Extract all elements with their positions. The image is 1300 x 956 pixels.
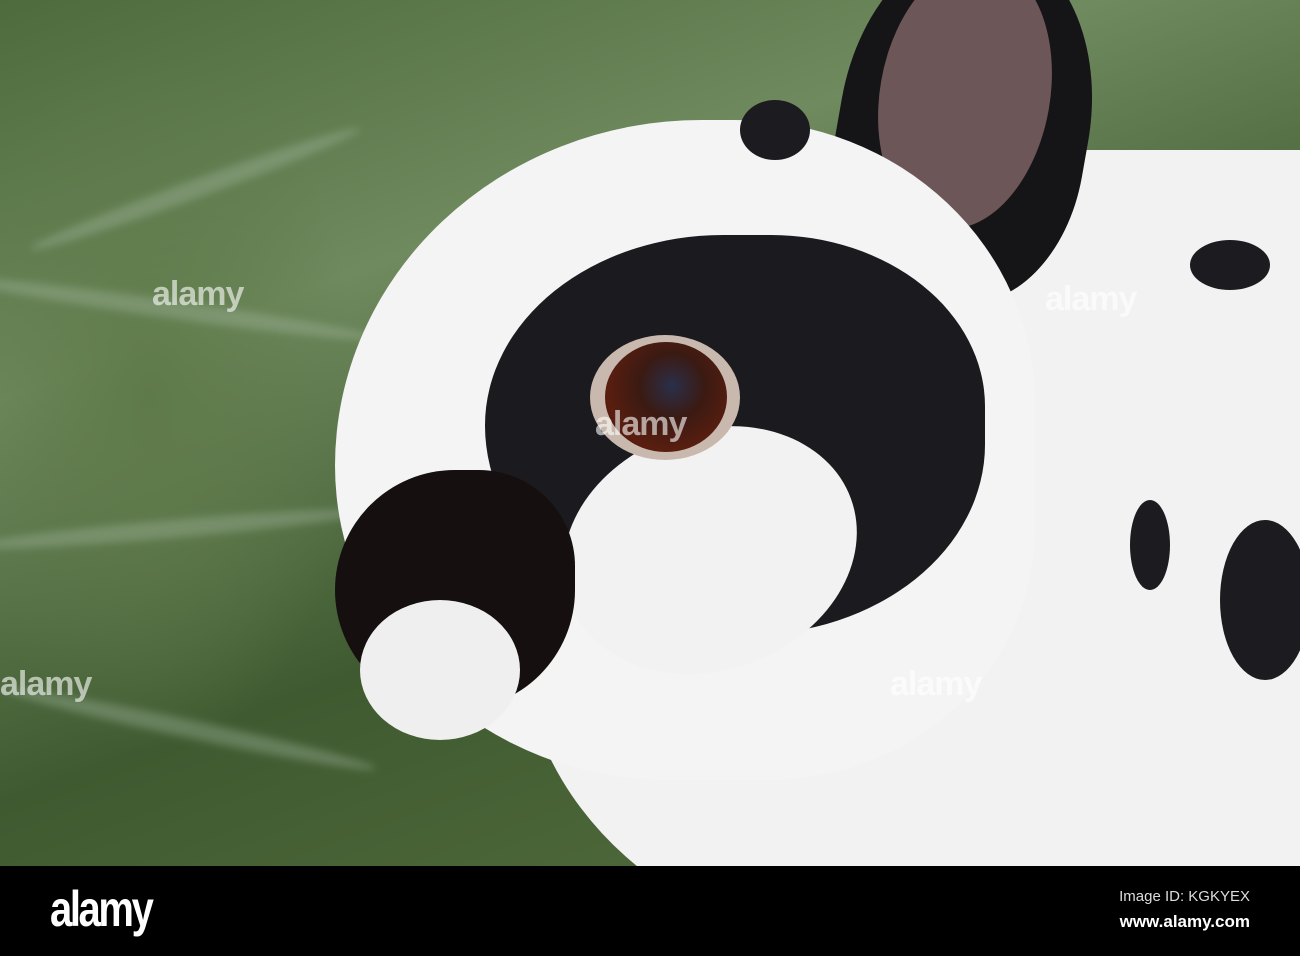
rabbit-photo: alamy alamy alamy alamy alamy — [0, 0, 1300, 866]
watermark: alamy — [595, 405, 687, 443]
fur-spot — [1130, 500, 1170, 590]
grass-blade — [27, 120, 363, 258]
watermark: alamy — [0, 665, 92, 703]
alamy-logo: alamy — [50, 881, 154, 937]
watermark: alamy — [1045, 280, 1137, 318]
site-url: www.alamy.com — [1119, 912, 1250, 931]
footer-bar: alamy Image ID: KGKYEX www.alamy.com — [0, 866, 1300, 956]
fur-spot — [1220, 520, 1300, 680]
rabbit-muzzle — [360, 600, 520, 740]
grass-blade — [0, 502, 371, 556]
watermark: alamy — [152, 275, 244, 313]
watermark: alamy — [890, 665, 982, 703]
fur-spot — [1190, 240, 1270, 290]
image-id: Image ID: KGKYEX — [1119, 888, 1250, 905]
fur-spot — [740, 100, 810, 160]
